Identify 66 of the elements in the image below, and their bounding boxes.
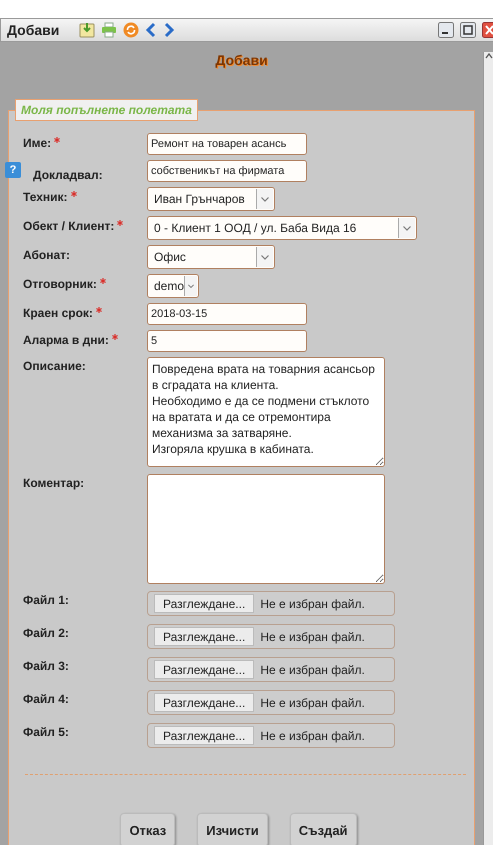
minimize-icon[interactable] — [438, 22, 454, 38]
file-status: Не е избран файл. — [260, 662, 365, 676]
caret-icon — [184, 276, 197, 296]
caret-icon — [256, 247, 273, 267]
file-field[interactable]: Разглеждане... Не е избран файл. — [147, 723, 395, 748]
scrollbar[interactable] — [483, 52, 493, 845]
browse-button[interactable]: Разглеждане... — [154, 594, 254, 613]
page-title: Добави — [215, 52, 268, 68]
caret-icon — [398, 218, 415, 238]
text-field[interactable]: Ремонт на товарен асансь — [147, 133, 307, 155]
browse-button[interactable]: Разглеждане... — [154, 660, 254, 679]
field-label: Абонат: — [23, 248, 70, 262]
file-status: Не е избран файл. — [260, 630, 365, 644]
field-label: Отговорник: — [23, 277, 97, 291]
required-icon — [96, 307, 102, 313]
required-icon — [70, 191, 77, 197]
caret-icon — [256, 189, 273, 209]
field-label: Техник: — [23, 190, 68, 204]
field-label: Обект / Клиент: — [23, 219, 114, 233]
field-label: Файл 5: — [23, 725, 69, 739]
text-field[interactable]: 5 — [147, 330, 307, 352]
forward-icon[interactable] — [163, 22, 176, 38]
dropdown[interactable]: demo — [147, 274, 199, 298]
file-field[interactable]: Разглеждане... Не е избран файл. — [147, 591, 395, 616]
back-icon[interactable] — [145, 22, 158, 38]
maximize-icon[interactable] — [460, 22, 476, 38]
field-label: Файл 2: — [23, 626, 69, 640]
field-label: Аларма в дни: — [23, 333, 109, 347]
file-status: Не е избран файл. — [260, 728, 365, 742]
browse-button[interactable]: Разглеждане... — [154, 726, 254, 745]
dropdown[interactable]: Офис — [147, 245, 275, 269]
field-label: Файл 3: — [23, 659, 69, 673]
field-label: Файл 1: — [23, 593, 69, 607]
form-legend: Моля попълнете полетата — [15, 99, 198, 121]
window-title: Добави — [7, 22, 60, 38]
save-icon[interactable] — [79, 22, 96, 38]
field-label: Описание: — [23, 359, 86, 373]
dropdown[interactable]: 0 - Клиент 1 ООД / ул. Баба Вида 16 — [147, 216, 417, 240]
field-label: Докладвал: — [33, 168, 103, 182]
text-area[interactable] — [147, 474, 385, 584]
printer-icon[interactable] — [101, 22, 118, 38]
refresh-icon[interactable] — [123, 22, 140, 38]
form-button[interactable]: Изчисти — [197, 813, 268, 845]
form-button[interactable]: Отказ — [120, 813, 176, 845]
scroll-up-icon[interactable] — [484, 52, 492, 60]
text-field[interactable]: 2018-03-15 — [147, 303, 307, 325]
field-label: Файл 4: — [23, 692, 69, 706]
form-button[interactable]: Създай — [290, 813, 357, 845]
close-icon[interactable] — [482, 22, 493, 38]
dropdown[interactable]: Иван Грънчаров — [147, 187, 275, 211]
file-field[interactable]: Разглеждане... Не е избран файл. — [147, 624, 395, 649]
field-label: Име: — [23, 136, 52, 150]
browse-button[interactable]: Разглеждане... — [154, 627, 254, 646]
file-field[interactable]: Разглеждане... Не е избран файл. — [147, 657, 395, 682]
required-icon — [100, 278, 106, 284]
text-area[interactable]: Повредена врата на товарния асансьор в сградата на клиента. Необходимо е да се подмени стъклото на вратата и да се отремонтира механизма за затваряне. Изгоряла крушка в кабината. — [147, 357, 385, 467]
required-icon — [112, 334, 118, 340]
text-field[interactable]: собственикът на фирмата — [147, 160, 307, 182]
required-icon — [54, 137, 60, 143]
file-field[interactable]: Разглеждане... Не е избран файл. — [147, 690, 395, 715]
browse-button[interactable]: Разглеждане... — [154, 693, 254, 712]
file-status: Не е избран файл. — [260, 596, 365, 610]
file-status: Не е избран файл. — [260, 696, 365, 710]
field-label: Краен срок: — [23, 306, 93, 320]
field-label: Коментар: — [23, 476, 84, 490]
required-icon — [117, 220, 124, 226]
